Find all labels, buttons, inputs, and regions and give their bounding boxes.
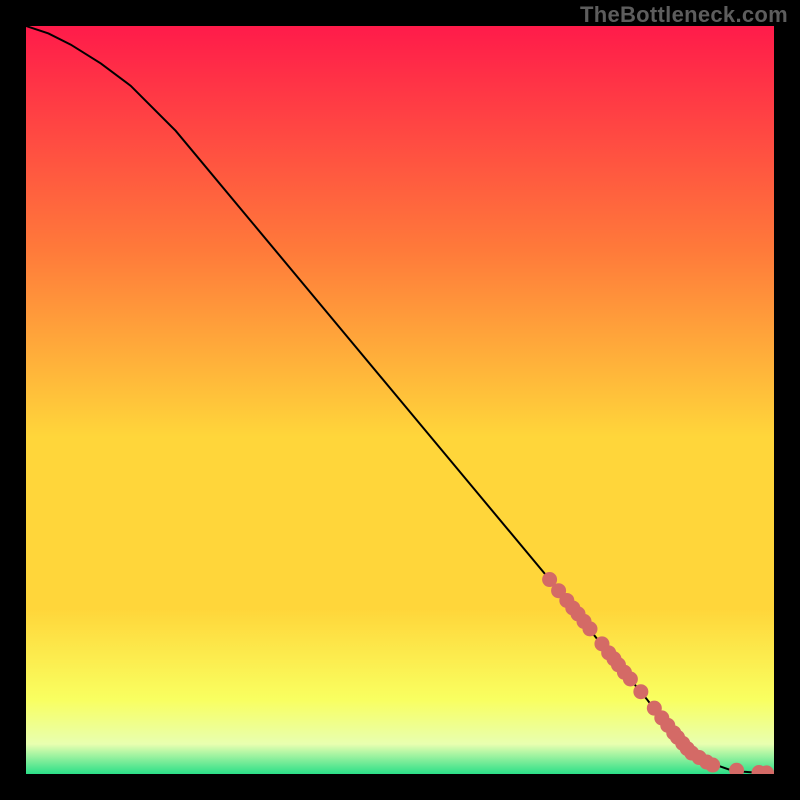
data-marker	[705, 758, 720, 773]
data-marker	[633, 684, 648, 699]
watermark-text: TheBottleneck.com	[580, 2, 788, 28]
plot-area	[26, 26, 774, 774]
data-marker	[582, 621, 597, 636]
bottleneck-chart	[26, 26, 774, 774]
data-marker	[623, 672, 638, 687]
chart-frame: TheBottleneck.com	[0, 0, 800, 800]
